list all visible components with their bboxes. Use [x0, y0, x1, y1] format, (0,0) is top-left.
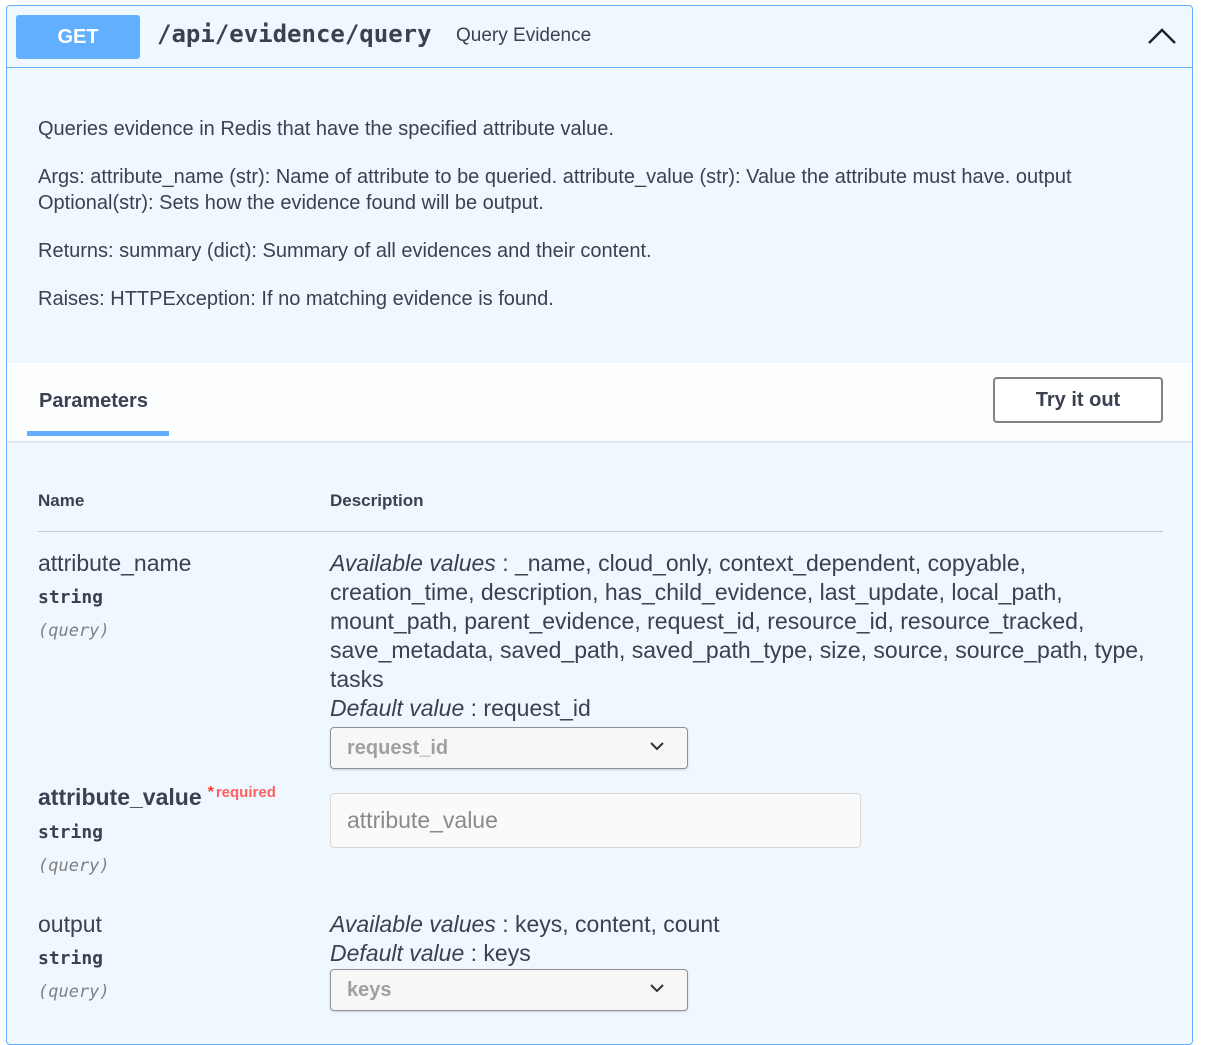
description-paragraph: Queries evidence in Redis that have the … [38, 118, 614, 140]
operation-summary[interactable]: GET /api/evidence/query Query Evidence [7, 6, 1192, 68]
param-type: string [38, 822, 104, 843]
available-values-label: Available values [330, 550, 496, 576]
endpoint-path: /api/evidence/query [157, 20, 432, 48]
operation-description: Queries evidence in Redis that have the … [38, 116, 1158, 334]
default-value-label: Default value [330, 940, 465, 966]
chevron-down-icon [650, 984, 664, 993]
available-values: : keys, content, count [502, 911, 720, 937]
default-value: : request_id [470, 695, 591, 721]
param-type: string [38, 948, 104, 969]
param-description: Available values : _name, cloud_only, co… [330, 549, 1165, 723]
column-header-name: Name [38, 491, 85, 510]
available-values-label: Available values [330, 911, 496, 937]
default-value: : keys [470, 940, 531, 966]
param-type: string [38, 587, 104, 608]
parameters-header: Parameters Try it out [7, 363, 1192, 441]
output-select[interactable]: keys [330, 969, 688, 1011]
column-header-description: Description [330, 491, 424, 510]
endpoint-summary: Query Evidence [456, 25, 592, 46]
default-value-label: Default value [330, 695, 465, 721]
param-name: attribute_value [38, 784, 202, 810]
param-name-required: attribute_value * required [38, 784, 276, 811]
description-paragraph: Args: attribute_name (str): Name of attr… [38, 166, 1072, 214]
param-description: Available values : keys, content, count … [330, 910, 1165, 968]
try-it-out-button[interactable]: Try it out [993, 377, 1163, 423]
select-value: request_id [347, 736, 449, 759]
chevron-down-icon [650, 742, 664, 751]
select-value: keys [347, 978, 392, 1001]
tab-parameters[interactable]: Parameters [39, 390, 148, 413]
http-method-badge: GET [16, 15, 140, 59]
attribute-name-select[interactable]: request_id [330, 727, 688, 769]
param-location: (query) [38, 982, 110, 1002]
param-location: (query) [38, 621, 110, 641]
param-name: attribute_name [38, 550, 192, 576]
required-star: * [207, 784, 214, 801]
header-divider [38, 531, 1163, 532]
description-paragraph: Returns: summary (dict): Summary of all … [38, 240, 652, 262]
tab-active-indicator [27, 431, 169, 436]
required-label: required [215, 784, 276, 801]
collapse-button[interactable] [1145, 23, 1179, 49]
param-name: output [38, 911, 102, 937]
description-paragraph: Raises: HTTPException: If no matching ev… [38, 288, 554, 310]
chevron-up-icon [1148, 28, 1176, 44]
attribute-value-input[interactable] [330, 793, 861, 848]
operation-block-get-evidence-query: GET /api/evidence/query Query Evidence Q… [6, 5, 1193, 1045]
param-location: (query) [38, 856, 110, 876]
